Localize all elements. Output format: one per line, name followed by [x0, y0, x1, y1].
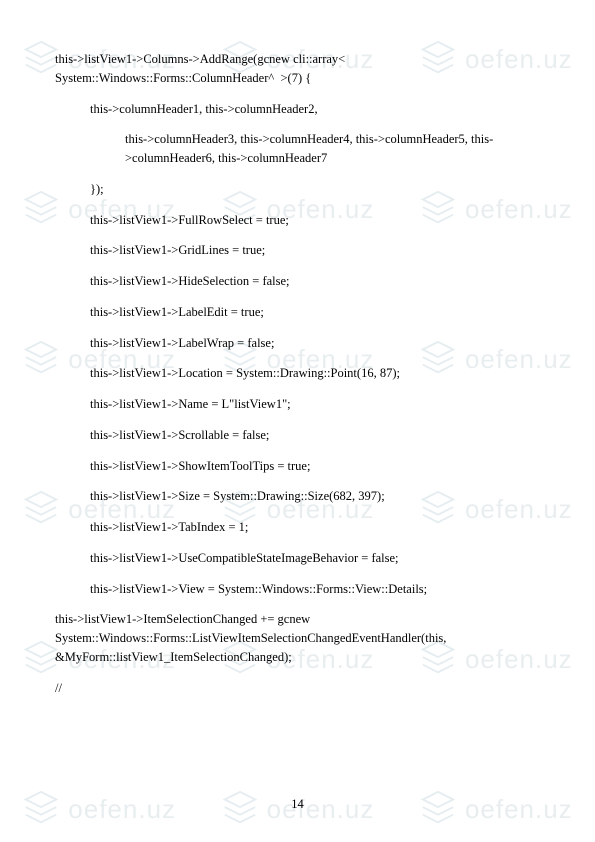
code-line: this->listView1->TabIndex = 1;: [55, 518, 540, 537]
code-line: this->listView1->UseCompatibleStateImage…: [55, 549, 540, 568]
code-line: this->columnHeader1, this->columnHeader2…: [55, 100, 540, 119]
code-line: this->listView1->Size = System::Drawing:…: [55, 487, 540, 506]
code-line: this->listView1->FullRowSelect = true;: [55, 211, 540, 230]
code-line: this->listView1->GridLines = true;: [55, 241, 540, 260]
code-line: //: [55, 679, 540, 698]
code-line: this->listView1->ItemSelectionChanged +=…: [55, 610, 540, 666]
code-line: this->listView1->Location = System::Draw…: [55, 364, 540, 383]
code-line: this->listView1->Name = L"listView1";: [55, 395, 540, 414]
page-number: 14: [0, 797, 595, 812]
code-line: this->listView1->Scrollable = false;: [55, 426, 540, 445]
code-line: this->listView1->ShowItemToolTips = true…: [55, 457, 540, 476]
code-line: this->listView1->LabelWrap = false;: [55, 334, 540, 353]
code-line: this->listView1->Columns->AddRange(gcnew…: [55, 50, 540, 88]
code-line: });: [55, 180, 540, 199]
code-line: this->columnHeader3, this->columnHeader4…: [55, 130, 540, 168]
code-line: this->listView1->View = System::Windows:…: [55, 580, 540, 599]
code-content: this->listView1->Columns->AddRange(gcnew…: [0, 0, 595, 739]
code-line: this->listView1->HideSelection = false;: [55, 272, 540, 291]
code-line: this->listView1->LabelEdit = true;: [55, 303, 540, 322]
